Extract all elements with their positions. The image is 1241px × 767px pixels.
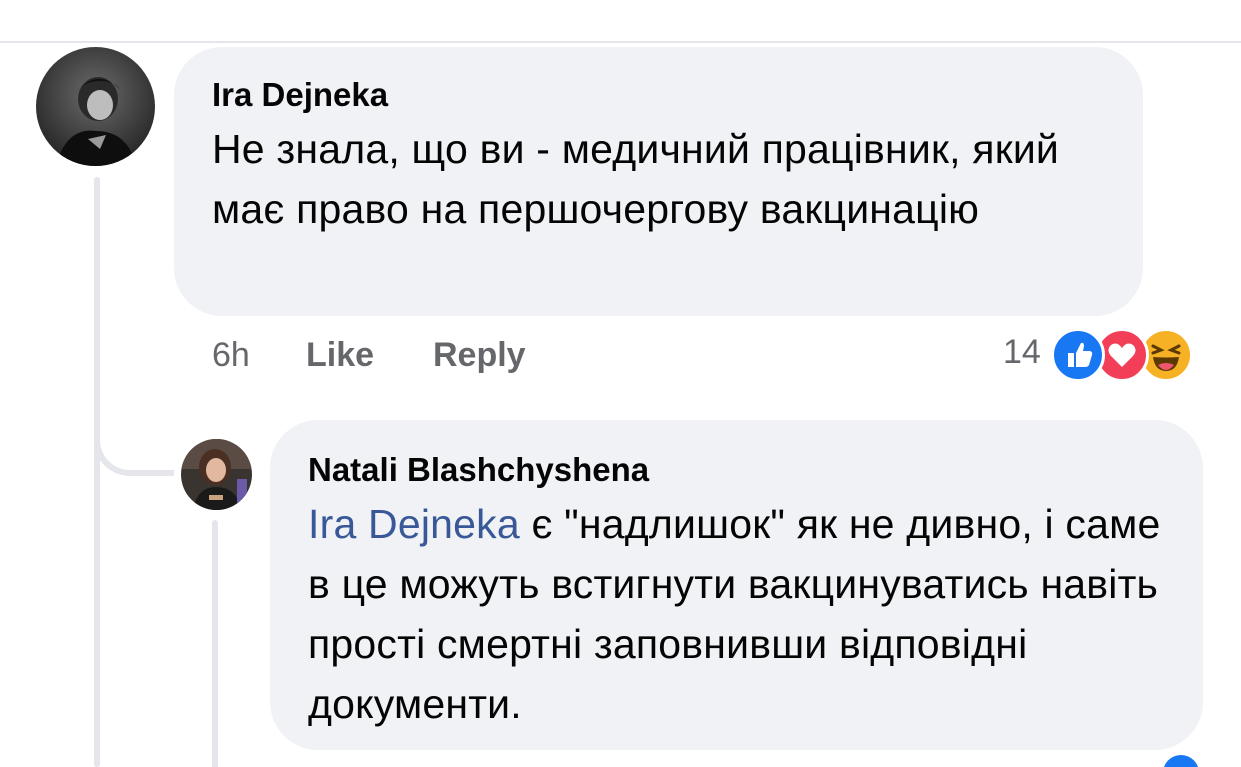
top-divider xyxy=(0,41,1241,43)
like-icon xyxy=(1050,328,1105,382)
reaction-count: 14 xyxy=(1003,333,1041,371)
comment-bubble: Ira Dejneka Не знала, що ви - медичний п… xyxy=(174,47,1143,316)
avatar[interactable] xyxy=(181,439,252,510)
comment-timestamp[interactable]: 6h xyxy=(212,333,250,377)
reply-text: Ira Dejneka є "надлишок" як не дивно, і … xyxy=(308,494,1165,734)
reactions-summary[interactable]: 14 xyxy=(1003,326,1197,382)
comment-author[interactable]: Ira Dejneka xyxy=(212,75,1105,115)
like-icon xyxy=(1163,755,1199,767)
like-button[interactable]: Like xyxy=(306,333,374,377)
thread-connector xyxy=(94,380,174,476)
reply-thread-line xyxy=(212,520,218,767)
reply-bubble: Natali Blashchyshena Ira Dejneka є "надл… xyxy=(270,420,1203,750)
thread-line xyxy=(94,177,100,767)
mention-link[interactable]: Ira Dejneka xyxy=(308,501,520,547)
reaction-icons xyxy=(1050,326,1197,382)
reply-author[interactable]: Natali Blashchyshena xyxy=(308,450,1165,490)
comment-text: Не знала, що ви - медичний працівник, як… xyxy=(212,126,1060,232)
comment-thread: Ira Dejneka Не знала, що ви - медичний п… xyxy=(0,0,1241,767)
reply-button[interactable]: Reply xyxy=(433,333,526,377)
avatar[interactable] xyxy=(36,47,155,166)
